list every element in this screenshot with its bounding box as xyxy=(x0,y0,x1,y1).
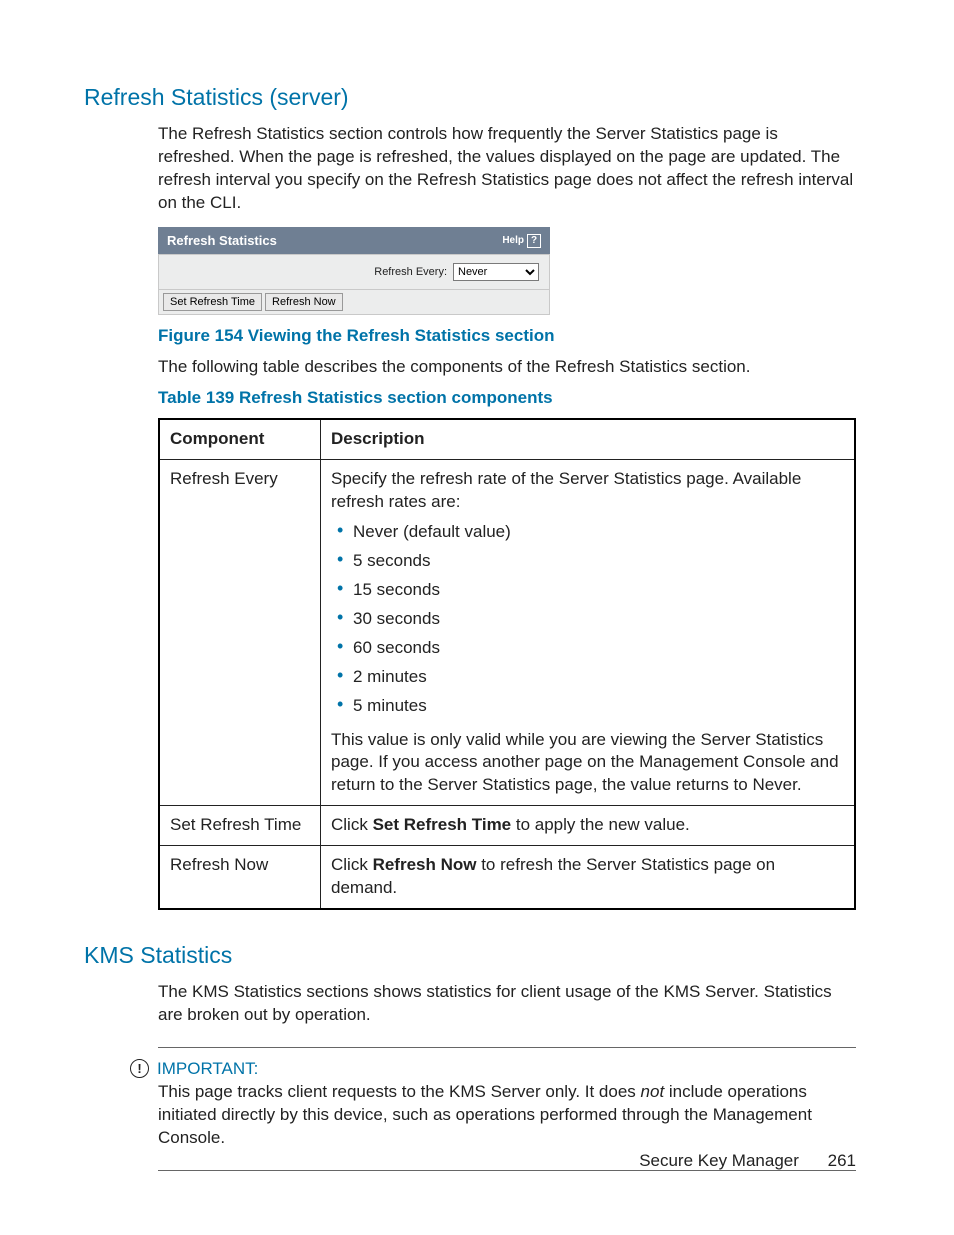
list-item: 2 minutes xyxy=(353,663,844,692)
rates-lead: Specify the refresh rate of the Server S… xyxy=(331,469,801,511)
refresh-every-label: Refresh Every: xyxy=(374,265,447,280)
important-icon: ! xyxy=(130,1059,149,1078)
important-label: IMPORTANT: xyxy=(157,1058,258,1081)
col-description: Description xyxy=(321,419,856,459)
refresh-intro: The Refresh Statistics section controls … xyxy=(158,123,856,215)
cell-description: Click Refresh Now to refresh the Server … xyxy=(321,846,856,909)
cell-description: Specify the refresh rate of the Server S… xyxy=(321,460,856,806)
emphasis-not: not xyxy=(641,1082,665,1101)
section-heading-refresh: Refresh Statistics (server) xyxy=(84,82,856,113)
refresh-now-button[interactable]: Refresh Now xyxy=(265,293,343,311)
widget-header: Refresh Statistics Help ? xyxy=(158,227,550,255)
table-row: Set Refresh Time Click Set Refresh Time … xyxy=(159,806,855,846)
col-component: Component xyxy=(159,419,321,459)
section-heading-kms: KMS Statistics xyxy=(84,940,856,971)
table-caption: Table 139 Refresh Statistics section com… xyxy=(158,387,856,410)
cell-description: Click Set Refresh Time to apply the new … xyxy=(321,806,856,846)
list-item: 60 seconds xyxy=(353,634,844,663)
table-header-row: Component Description xyxy=(159,419,855,459)
footer-page-number: 261 xyxy=(828,1151,856,1170)
page-footer: Secure Key Manager 261 xyxy=(639,1150,856,1173)
bold-term: Refresh Now xyxy=(373,855,477,874)
rates-tail: This value is only valid while you are v… xyxy=(331,730,839,795)
list-item: 15 seconds xyxy=(353,576,844,605)
list-item: 5 minutes xyxy=(353,692,844,721)
table-intro: The following table describes the compon… xyxy=(158,356,856,379)
table-row: Refresh Every Specify the refresh rate o… xyxy=(159,460,855,806)
components-table: Component Description Refresh Every Spec… xyxy=(158,418,856,910)
widget-title: Refresh Statistics xyxy=(167,232,277,250)
set-refresh-time-button[interactable]: Set Refresh Time xyxy=(163,293,262,311)
help-label: Help xyxy=(502,234,524,248)
list-item: Never (default value) xyxy=(353,518,844,547)
list-item: 30 seconds xyxy=(353,605,844,634)
rates-list: Never (default value) 5 seconds 15 secon… xyxy=(331,518,844,721)
help-link[interactable]: Help ? xyxy=(502,234,541,248)
bold-term: Set Refresh Time xyxy=(373,815,512,834)
important-text: This page tracks client requests to the … xyxy=(158,1081,856,1150)
table-row: Refresh Now Click Refresh Now to refresh… xyxy=(159,846,855,909)
cell-component: Refresh Now xyxy=(159,846,321,909)
kms-intro: The KMS Statistics sections shows statis… xyxy=(158,981,856,1027)
cell-component: Set Refresh Time xyxy=(159,806,321,846)
divider xyxy=(158,1047,856,1048)
cell-component: Refresh Every xyxy=(159,460,321,806)
figure-caption: Figure 154 Viewing the Refresh Statistic… xyxy=(158,325,856,348)
footer-doc-title: Secure Key Manager xyxy=(639,1151,799,1170)
help-icon: ? xyxy=(527,234,541,248)
list-item: 5 seconds xyxy=(353,547,844,576)
refresh-statistics-widget: Refresh Statistics Help ? Refresh Every:… xyxy=(158,227,550,316)
refresh-every-select[interactable]: Never xyxy=(453,263,539,281)
